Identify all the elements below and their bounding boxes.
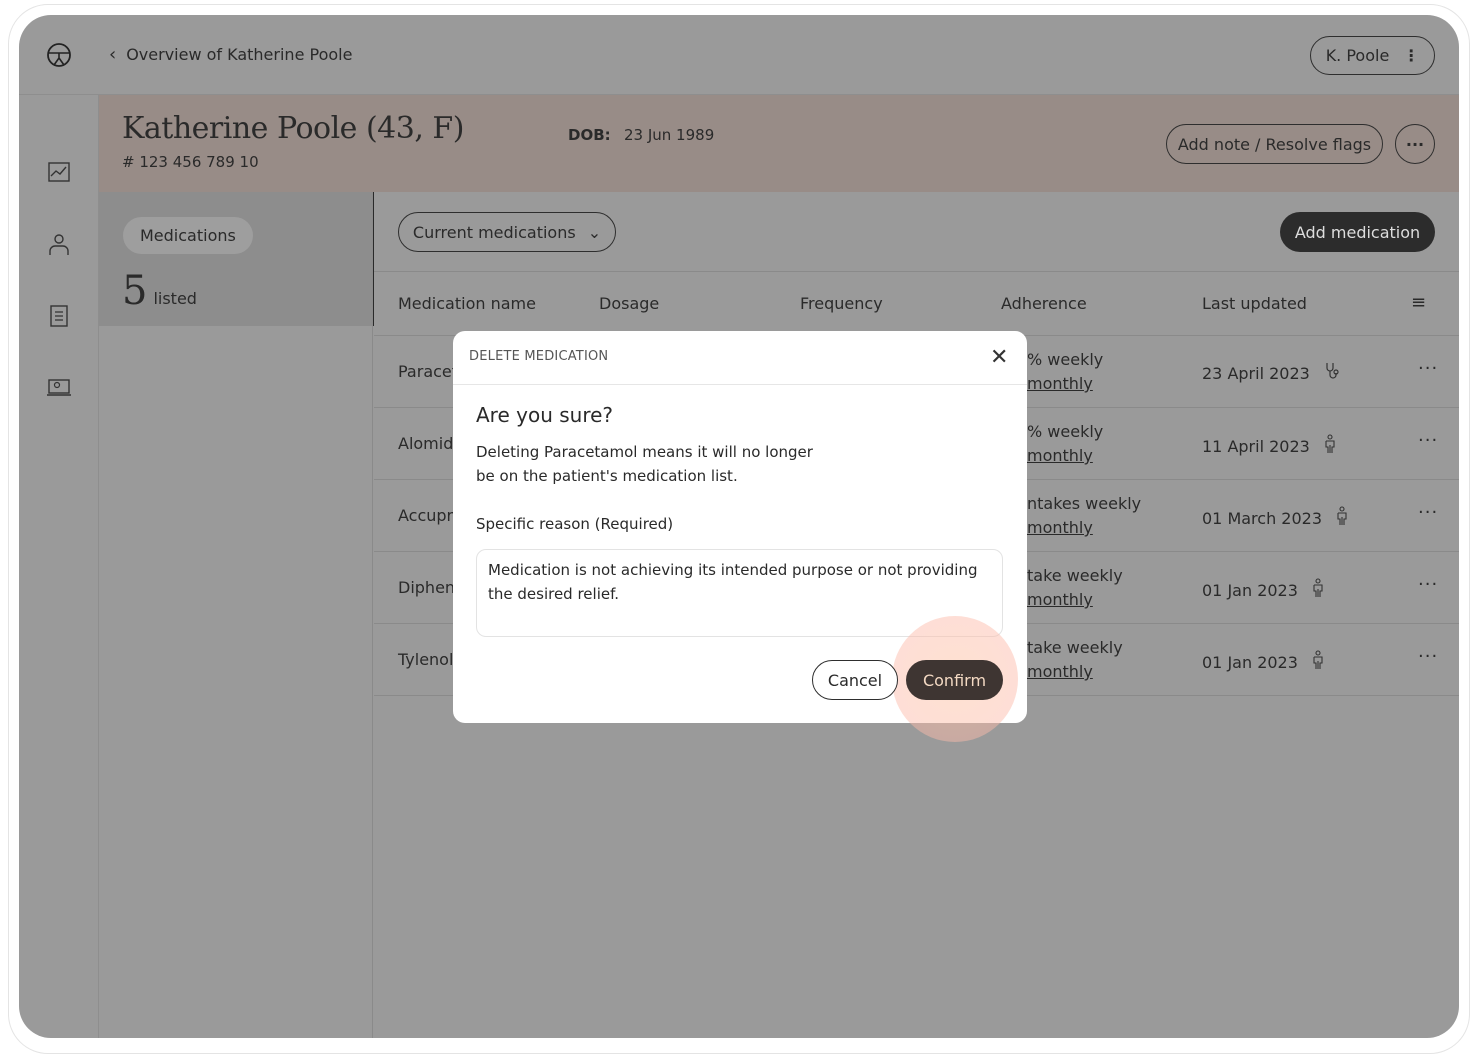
medication-name: Paracet: [398, 362, 459, 381]
adherence-monthly-link[interactable]: monthly: [1027, 588, 1123, 612]
chevron-down-icon: ⌄: [587, 222, 602, 242]
row-more-icon[interactable]: ···: [1418, 502, 1438, 523]
column-menu-icon[interactable]: ≡: [1411, 292, 1426, 313]
dob-label: DOB:: [568, 126, 611, 144]
document-icon[interactable]: [47, 304, 71, 328]
medication-name: Diphen: [398, 578, 456, 597]
header-medication-name[interactable]: Medication name: [398, 294, 536, 313]
adherence-weekly: take weekly: [1027, 638, 1123, 657]
close-icon[interactable]: ✕: [990, 345, 1008, 370]
row-more-icon[interactable]: ···: [1418, 430, 1438, 451]
medication-name: Tylenol: [398, 650, 454, 669]
person-icon: [1312, 650, 1324, 674]
last-updated: 11 April 2023: [1202, 436, 1310, 456]
row-more-icon[interactable]: ···: [1418, 358, 1438, 379]
medication-name: Accupri: [398, 506, 458, 525]
adherence-weekly: take weekly: [1027, 566, 1123, 585]
dialog-body-line: be on the patient's medication list.: [476, 467, 738, 485]
medication-count: 5: [122, 268, 148, 314]
patient-id: # 123 456 789 10: [122, 153, 259, 171]
confirm-button[interactable]: Confirm: [906, 660, 1003, 700]
medication-name: Alomid: [398, 434, 454, 453]
patient-header: Katherine Poole (43, F) # 123 456 789 10…: [99, 95, 1459, 192]
medication-filter-dropdown[interactable]: Current medications ⌄: [398, 212, 616, 252]
screen-user-icon[interactable]: [46, 376, 72, 400]
add-note-button[interactable]: Add note / Resolve flags: [1166, 124, 1383, 164]
back-link[interactable]: ‹ Overview of Katherine Poole: [109, 44, 352, 65]
user-menu-button[interactable]: K. Poole ⋮: [1310, 36, 1435, 75]
header-dosage[interactable]: Dosage: [599, 294, 659, 313]
header-last-updated[interactable]: Last updated: [1202, 294, 1307, 313]
last-updated: 01 March 2023: [1202, 508, 1323, 528]
adherence-weekly: % weekly: [1027, 422, 1104, 441]
chart-icon[interactable]: [47, 160, 71, 184]
adherence-cell: take weekly monthly: [1027, 636, 1123, 684]
dialog-heading: Are you sure?: [476, 403, 614, 427]
last-updated: 01 Jan 2023: [1202, 652, 1298, 672]
adherence-cell: % weekly monthly: [1027, 420, 1103, 468]
header-frequency[interactable]: Frequency: [800, 294, 883, 313]
adherence-cell: take weekly monthly: [1027, 564, 1123, 612]
dialog-body-line: Deleting Paracetamol means it will no lo…: [476, 443, 813, 461]
person-icon: [1324, 434, 1336, 458]
user-name: K. Poole: [1325, 46, 1390, 65]
stethoscope-icon: [1324, 362, 1340, 384]
person-icon: [1336, 506, 1348, 530]
logo-icon[interactable]: [46, 42, 72, 68]
row-more-icon[interactable]: ···: [1418, 646, 1438, 667]
reason-label: Specific reason (Required): [476, 515, 674, 533]
side-rail: [19, 95, 99, 1038]
person-icon[interactable]: [47, 232, 71, 256]
row-more-icon[interactable]: ···: [1418, 574, 1438, 595]
last-updated: 23 April 2023: [1202, 363, 1310, 383]
kebab-icon: ⋮: [1403, 46, 1420, 65]
dob-value: 23 Jun 1989: [624, 126, 715, 144]
adherence-monthly-link[interactable]: monthly: [1027, 516, 1141, 540]
chevron-left-icon: ‹: [109, 44, 117, 65]
back-label: Overview of Katherine Poole: [126, 45, 353, 64]
app-screen: ‹ Overview of Katherine Poole K. Poole ⋮…: [19, 15, 1459, 1038]
more-options-button[interactable]: ···: [1395, 124, 1435, 164]
medications-tab[interactable]: Medications: [123, 217, 253, 254]
filter-label: Current medications: [412, 222, 576, 242]
adherence-weekly: ntakes weekly: [1027, 494, 1142, 513]
adherence-monthly-link[interactable]: monthly: [1027, 372, 1103, 396]
header-adherence[interactable]: Adherence: [1001, 294, 1087, 313]
adherence-weekly: % weekly: [1027, 350, 1104, 369]
dialog-title: DELETE MEDICATION: [453, 331, 1027, 385]
left-panel: Medications 5 listed: [99, 192, 374, 326]
count-label: listed: [153, 289, 197, 308]
add-medication-button[interactable]: Add medication: [1280, 212, 1435, 252]
adherence-cell: % weekly monthly: [1027, 348, 1103, 396]
column-divider: [372, 192, 373, 1038]
top-bar: ‹ Overview of Katherine Poole K. Poole ⋮: [19, 15, 1459, 95]
last-updated: 01 Jan 2023: [1202, 580, 1298, 600]
adherence-cell: ntakes weekly monthly: [1027, 492, 1141, 540]
divider: [374, 271, 1459, 272]
cancel-button[interactable]: Cancel: [812, 660, 898, 700]
person-icon: [1312, 578, 1324, 602]
adherence-monthly-link[interactable]: monthly: [1027, 660, 1123, 684]
patient-name: Katherine Poole (43, F): [122, 111, 464, 146]
adherence-monthly-link[interactable]: monthly: [1027, 444, 1103, 468]
